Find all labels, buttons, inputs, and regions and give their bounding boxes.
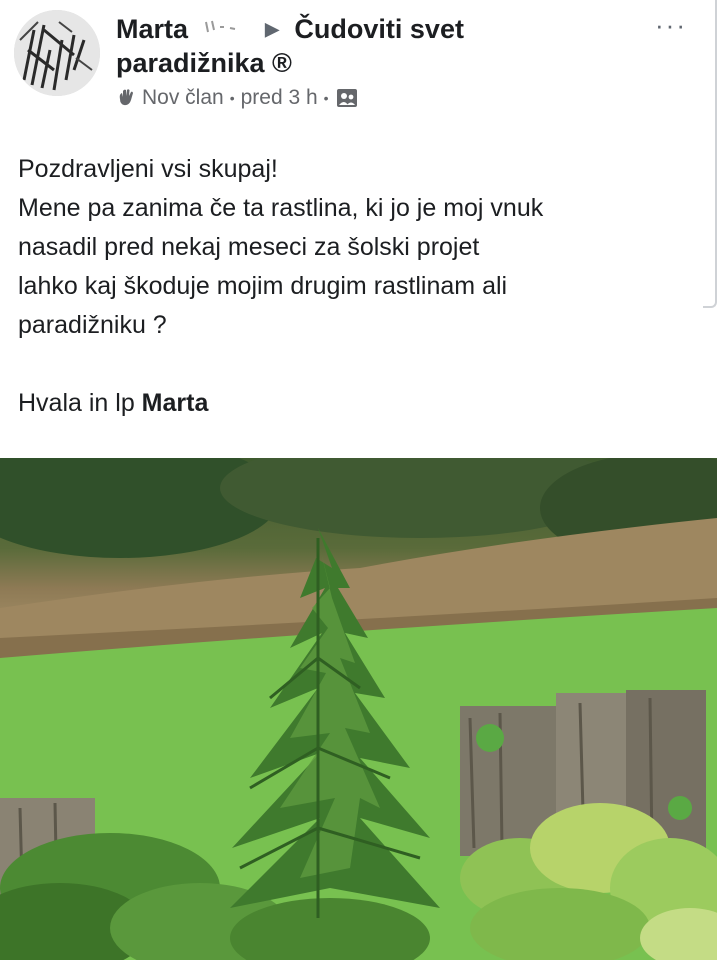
wave-hand-icon — [116, 87, 138, 109]
post-timestamp[interactable]: pred 3 h — [241, 84, 318, 112]
post-body-line: nasadil pred nekaj meseci za šolski proj… — [18, 233, 480, 261]
post-body: Pozdravljeni vsi skupaj! Mene pa zanima … — [18, 150, 708, 423]
new-member-badge: Nov član — [142, 86, 224, 109]
signoff-text: Hvala in lp — [18, 389, 142, 417]
post-photo[interactable] — [0, 458, 717, 960]
group-members-icon[interactable] — [335, 87, 359, 109]
author-name[interactable]: Marta — [116, 14, 188, 44]
facebook-group-post: Marta ▶ Čudoviti svet paradižnika ® Nov … — [0, 0, 717, 960]
more-options-icon[interactable]: ··· — [655, 12, 687, 38]
triangle-right-icon: ▶ — [265, 19, 279, 39]
post-body-line: Pozdravljeni vsi skupaj! — [18, 155, 278, 183]
post-meta: Nov član • pred 3 h • — [116, 84, 636, 112]
post-header: Marta ▶ Čudoviti svet paradižnika ® Nov … — [116, 10, 636, 112]
post-body-line: paradižniku ? — [18, 311, 167, 339]
post-body-line: Mene pa zanima če ta rastlina, ki jo je … — [18, 194, 544, 222]
separator-dot: • — [323, 90, 329, 106]
separator-dot: • — [229, 90, 235, 106]
author-avatar[interactable] — [14, 10, 100, 96]
post-signoff: Hvala in lp Marta — [18, 384, 708, 423]
signoff-name: Marta — [141, 389, 209, 417]
post-title-line: Marta ▶ Čudoviti svet — [116, 10, 636, 46]
group-name[interactable]: Čudoviti svet — [294, 14, 464, 44]
group-name-continued[interactable]: paradižnika ® — [116, 46, 636, 80]
obscured-surname — [202, 10, 250, 33]
post-body-line: lahko kaj škoduje mojim drugim rastlinam… — [18, 272, 508, 300]
